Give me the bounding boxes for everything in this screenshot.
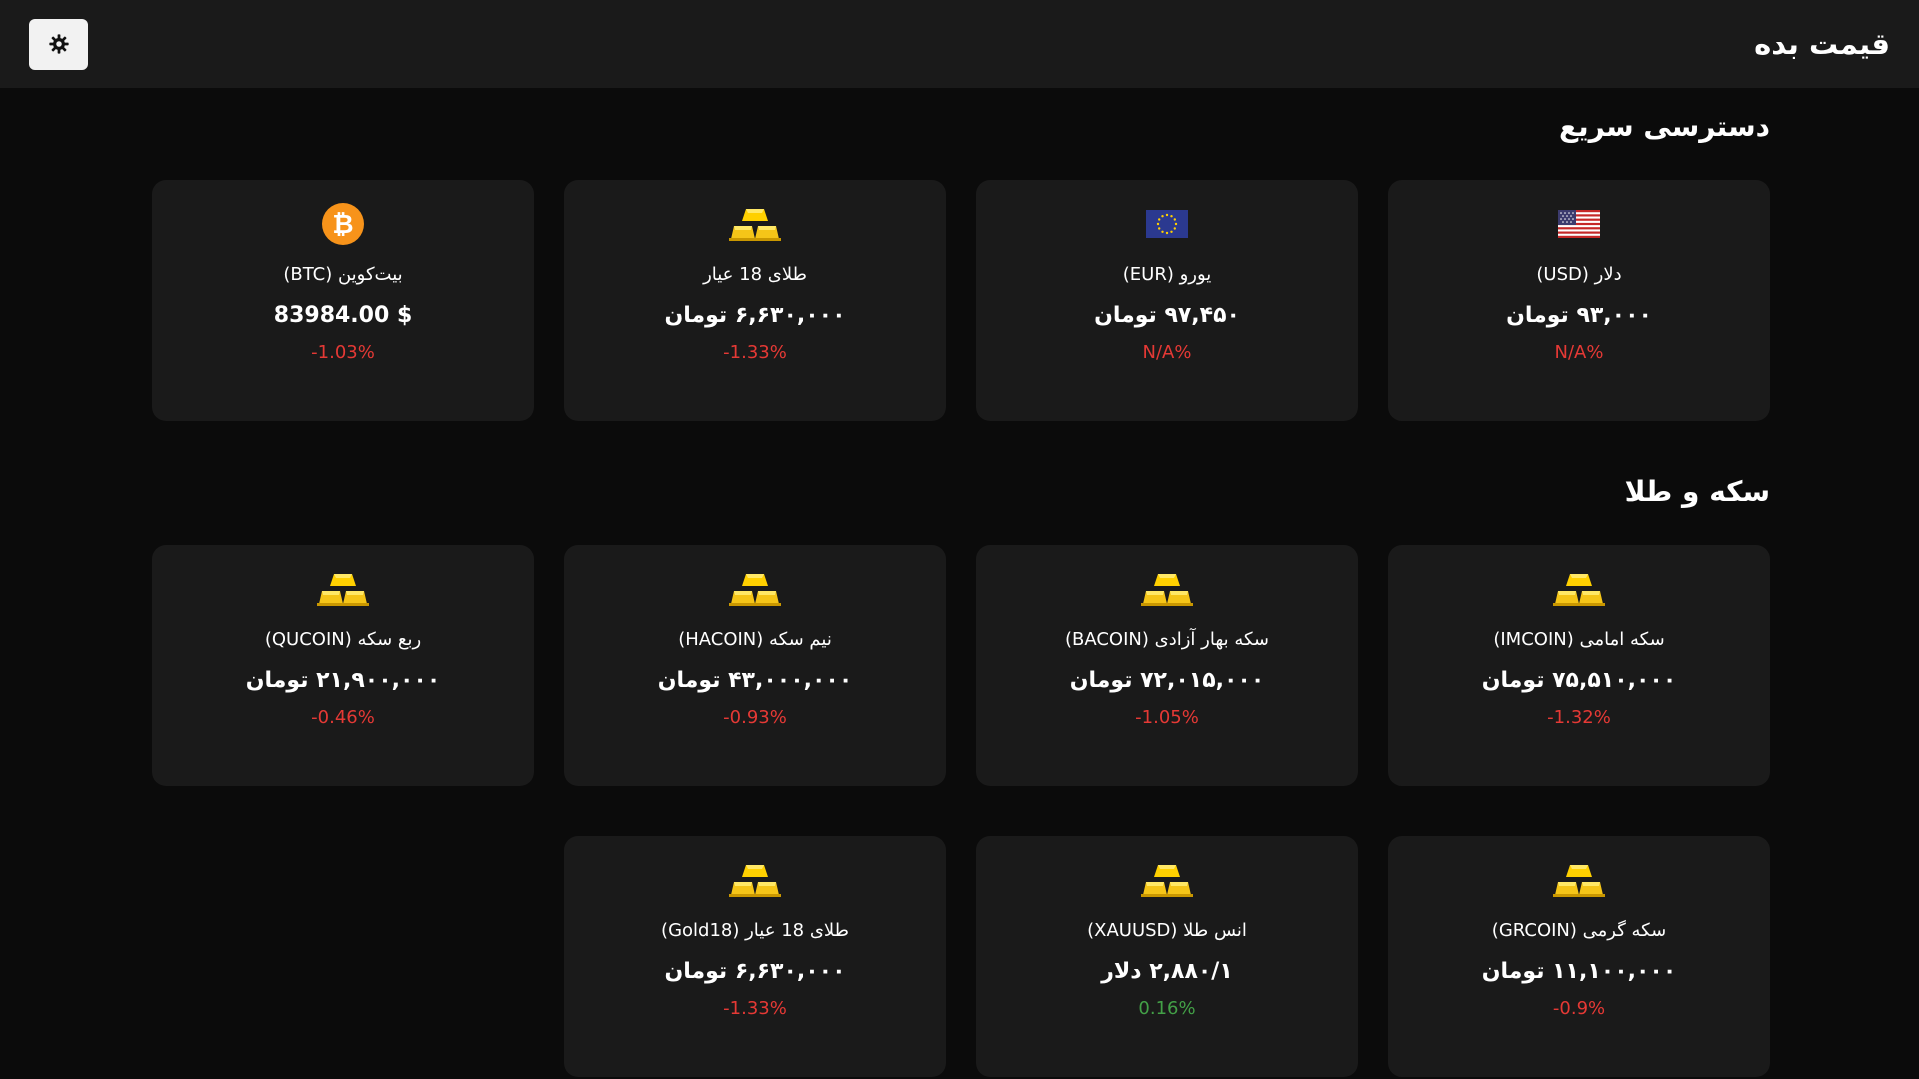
gear-icon xyxy=(48,34,69,54)
card-name: انس طلا (XAUUSD) xyxy=(1087,920,1247,941)
card-change: %N/A xyxy=(1554,342,1604,363)
card-name: سکه امامی (IMCOIN) xyxy=(1493,629,1665,650)
card-name: نیم سکه (HACOIN) xyxy=(678,629,832,650)
card-change: 1.33%- xyxy=(723,342,787,363)
card-name: دلار (USD) xyxy=(1536,264,1622,285)
card-price: ۹۷,۴۵۰ تومان xyxy=(1094,303,1240,328)
card-price: ۲,۸۸۰/۱ دلار xyxy=(1101,959,1233,984)
main-content: دسترسی سریع دلار (USD) ۹۳,۰۰۰ تومان %N/A ی… xyxy=(150,88,1770,1077)
card-price: ۹۳,۰۰۰ تومان xyxy=(1506,303,1652,328)
top-bar: قیمت بده xyxy=(0,0,1919,88)
card-name: طلای 18 عیار (Gold18) xyxy=(661,920,849,941)
card-name: سکه بهار آزادی (BACOIN) xyxy=(1064,629,1270,650)
gold-bars-icon xyxy=(725,200,785,248)
gold-bars-icon xyxy=(1137,565,1197,613)
gold-bars-icon xyxy=(1549,565,1609,613)
card-change: 0.9%- xyxy=(1552,998,1606,1019)
coin-gold-grid: سکه امامی (IMCOIN) ۷۵,۵۱۰,۰۰۰ تومان 1.32%-… xyxy=(150,545,1770,1077)
card-change: 0.93%- xyxy=(723,707,787,728)
price-card[interactable]: نیم سکه (HACOIN) ۴۳,۰۰۰,۰۰۰ تومان 0.93%- xyxy=(564,545,946,786)
card-price: ۱۱,۱۰۰,۰۰۰ تومان xyxy=(1481,959,1677,984)
card-name: طلای 18 عیار xyxy=(703,264,807,285)
card-price: ۴۳,۰۰۰,۰۰۰ تومان xyxy=(657,668,853,693)
gold-bars-icon xyxy=(725,856,785,904)
card-price: ۷۲,۰۱۵,۰۰۰ تومان xyxy=(1069,668,1265,693)
card-change: 1.32%- xyxy=(1547,707,1611,728)
card-change: 0.16% xyxy=(1138,998,1196,1019)
price-card[interactable]: دلار (USD) ۹۳,۰۰۰ تومان %N/A xyxy=(1388,180,1770,421)
gold-bars-icon xyxy=(313,565,373,613)
eu-flag-icon xyxy=(1137,200,1197,248)
card-name: ربع سکه (QUCOIN) xyxy=(264,629,422,650)
quick-access-grid: دلار (USD) ۹۳,۰۰۰ تومان %N/A یورو (EUR) ۹۷,… xyxy=(150,180,1770,421)
section-title-quick-access: دسترسی سریع xyxy=(1559,110,1770,143)
price-card[interactable]: سکه امامی (IMCOIN) ۷۵,۵۱۰,۰۰۰ تومان 1.32%- xyxy=(1388,545,1770,786)
price-card[interactable]: سکه گرمی (GRCOIN) ۱۱,۱۰۰,۰۰۰ تومان 0.9%- xyxy=(1388,836,1770,1077)
app-title: قیمت بده xyxy=(1754,27,1890,61)
price-card[interactable]: سکه بهار آزادی (BACOIN) ۷۲,۰۱۵,۰۰۰ تومان 1… xyxy=(976,545,1358,786)
bitcoin-icon: ₿ xyxy=(313,200,373,248)
price-card[interactable]: یورو (EUR) ۹۷,۴۵۰ تومان %N/A xyxy=(976,180,1358,421)
card-price: ۶,۶۳۰,۰۰۰ تومان xyxy=(664,959,846,984)
price-card[interactable]: طلای 18 عیار (Gold18) ۶,۶۳۰,۰۰۰ تومان 1.33… xyxy=(564,836,946,1077)
card-price: $ 83984.00 xyxy=(273,303,413,328)
gold-bars-icon xyxy=(1137,856,1197,904)
card-change: 1.33%- xyxy=(723,998,787,1019)
gold-bars-icon xyxy=(1549,856,1609,904)
price-card[interactable]: ربع سکه (QUCOIN) ۲۱,۹۰۰,۰۰۰ تومان 0.46%- xyxy=(152,545,534,786)
card-price: ۲۱,۹۰۰,۰۰۰ تومان xyxy=(245,668,441,693)
price-card[interactable]: انس طلا (XAUUSD) ۲,۸۸۰/۱ دلار 0.16% xyxy=(976,836,1358,1077)
card-name: یورو (EUR) xyxy=(1122,264,1212,285)
card-name: بیت‌کوین (BTC) xyxy=(283,264,403,285)
svg-text:₿: ₿ xyxy=(332,210,353,240)
usa-flag-icon xyxy=(1549,200,1609,248)
price-card[interactable]: ₿ بیت‌کوین (BTC) $ 83984.00 1.03%- xyxy=(152,180,534,421)
card-name: سکه گرمی (GRCOIN) xyxy=(1491,920,1667,941)
card-price: ۶,۶۳۰,۰۰۰ تومان xyxy=(664,303,846,328)
price-card[interactable]: طلای 18 عیار ۶,۶۳۰,۰۰۰ تومان 1.33%- xyxy=(564,180,946,421)
card-change: 0.46%- xyxy=(311,707,375,728)
card-change: 1.05%- xyxy=(1135,707,1199,728)
card-price: ۷۵,۵۱۰,۰۰۰ تومان xyxy=(1481,668,1677,693)
section-title-coin-gold: سکه و طلا xyxy=(1624,475,1770,508)
gold-bars-icon xyxy=(725,565,785,613)
card-change: %N/A xyxy=(1142,342,1192,363)
theme-toggle-button[interactable] xyxy=(29,18,88,70)
card-change: 1.03%- xyxy=(311,342,375,363)
